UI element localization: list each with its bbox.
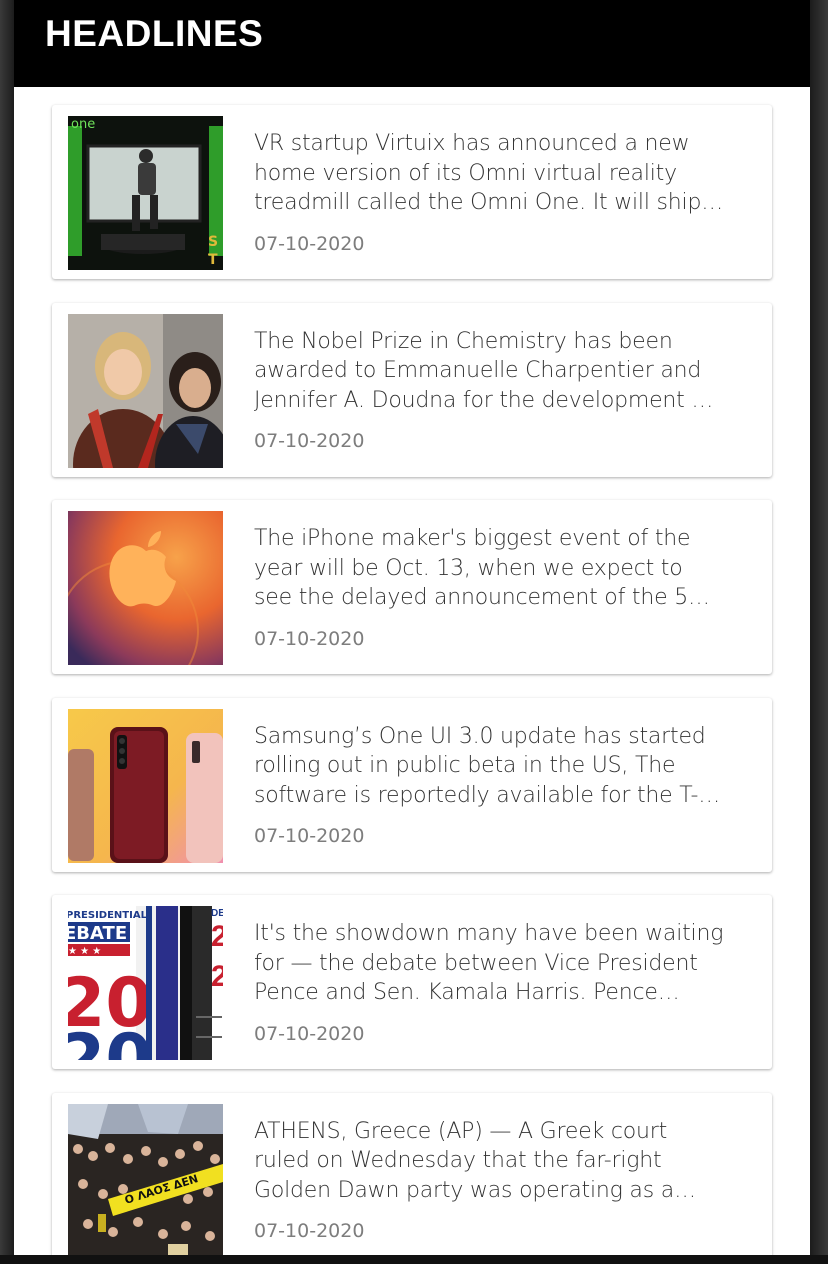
page-title: HEADLINES xyxy=(45,13,264,54)
svg-text:2: 2 xyxy=(211,960,223,993)
svg-text:20: 20 xyxy=(68,1020,153,1060)
apple-logo-image xyxy=(68,511,223,665)
headline-date: 07-10-2020 xyxy=(254,627,365,650)
headline-card[interactable]: The Nobel Prize in Chemistry has been aw… xyxy=(52,302,772,477)
headline-date: 07-10-2020 xyxy=(254,232,365,255)
svg-text:EBATE: EBATE xyxy=(68,923,127,944)
headline-date: 07-10-2020 xyxy=(254,430,365,452)
headline-summary: ATHENS, Greece (AP) — A Greek court rule… xyxy=(254,1118,675,1203)
svg-text:S: S xyxy=(208,234,218,250)
headline-summary: The Nobel Prize in Chemistry has been aw… xyxy=(254,328,713,413)
presidential-debate-image: PRESIDENTIAL EBATE ★ ★ ★ ★ ★ ★ 20 20 DE … xyxy=(68,906,223,1060)
bottom-edge xyxy=(0,1255,828,1264)
headline-summary: VR startup Virtuix has announced a new h… xyxy=(254,131,702,215)
headline-list: one S T VR startup Virtuix has announced… xyxy=(52,105,772,1255)
headline-card[interactable]: PRESIDENTIAL EBATE ★ ★ ★ ★ ★ ★ 20 20 DE … xyxy=(52,895,772,1069)
headline-date: 07-10-2020 xyxy=(254,825,365,847)
svg-text:2: 2 xyxy=(211,920,223,953)
athens-protest-image: O ΛΑΟΣ ΔΕΝ xyxy=(68,1103,223,1255)
svg-text:T: T xyxy=(208,252,218,268)
device-frame-left xyxy=(0,0,14,1264)
headline-date: 07-10-2020 xyxy=(254,1022,365,1045)
app-header: HEADLINES xyxy=(14,0,810,87)
headline-summary: It's the showdown many have been waiting… xyxy=(254,921,724,1005)
device-frame-right xyxy=(810,0,828,1264)
headline-card[interactable]: O ΛΑΟΣ ΔΕΝ ATHENS, Greece (AP) — A Greek… xyxy=(52,1092,772,1255)
svg-text:one: one xyxy=(71,117,95,132)
headline-summary: Samsung’s One UI 3.0 update has started … xyxy=(254,723,706,808)
app-screen: HEADLINES one S T VR startup Virtuix has… xyxy=(14,0,810,1255)
headline-card[interactable]: Samsung’s One UI 3.0 update has started … xyxy=(52,697,772,872)
headline-card[interactable]: one S T VR startup Virtuix has announced… xyxy=(52,105,772,279)
headline-summary: The iPhone maker's biggest event of the … xyxy=(254,526,705,610)
headline-card[interactable]: The iPhone maker's biggest event of the … xyxy=(52,500,772,674)
svg-text:DE: DE xyxy=(211,908,223,919)
samsung-phones-image xyxy=(68,708,223,863)
svg-text:PRESIDENTIAL: PRESIDENTIAL xyxy=(68,910,148,921)
headline-date: 07-10-2020 xyxy=(254,1220,365,1242)
nobel-laureates-image xyxy=(68,313,223,468)
vr-treadmill-image: one S T xyxy=(68,116,223,270)
svg-text:★ ★ ★: ★ ★ ★ xyxy=(68,946,101,957)
